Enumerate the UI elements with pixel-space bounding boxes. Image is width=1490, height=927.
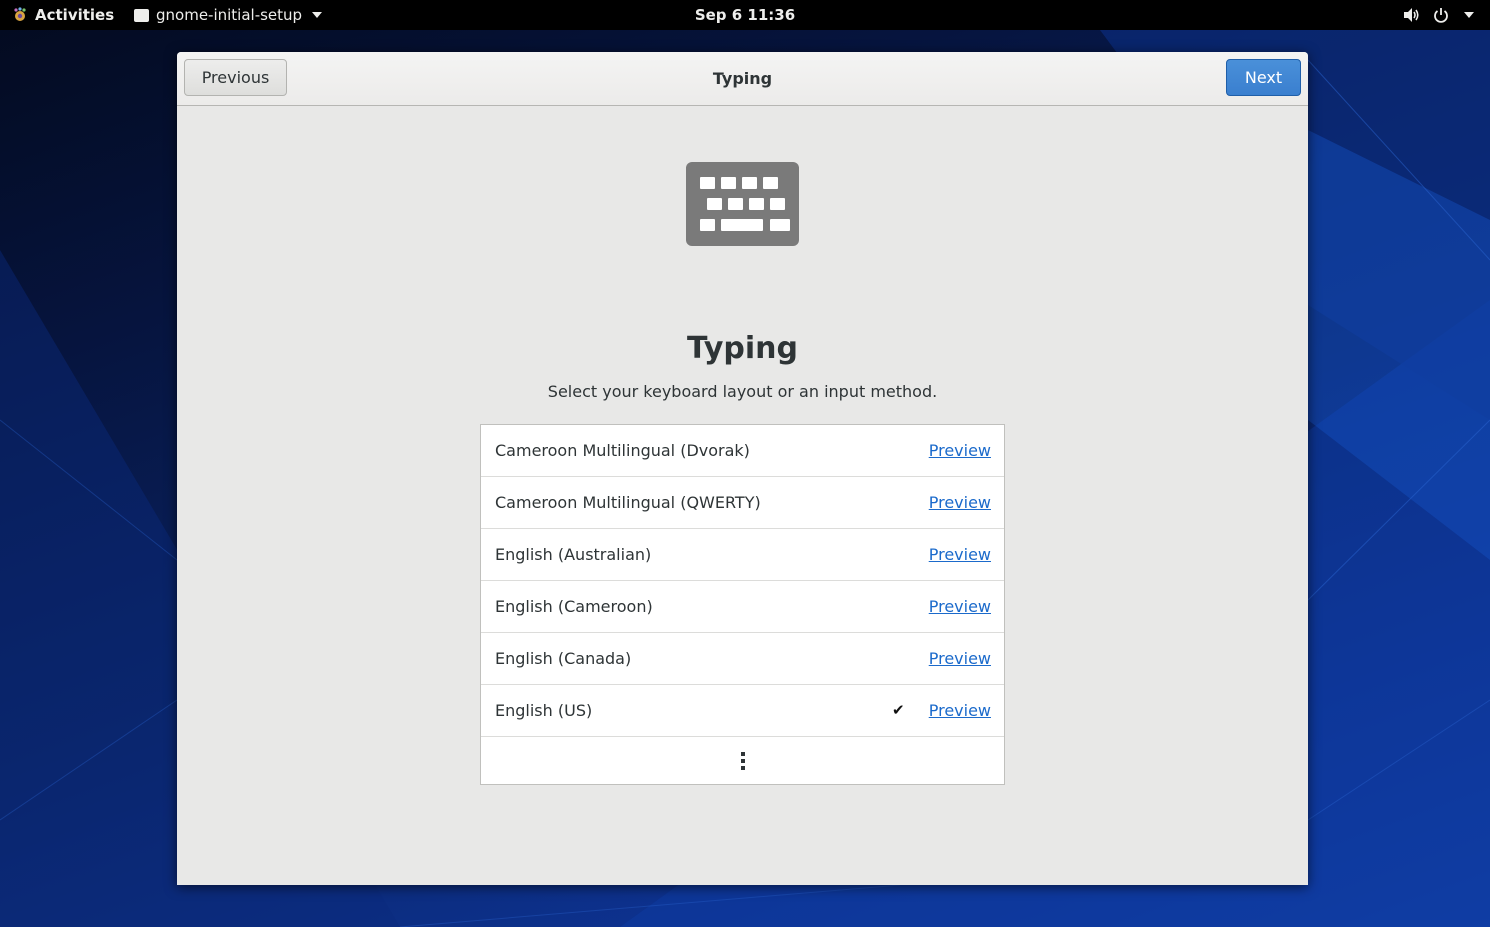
more-vertical-icon	[740, 751, 745, 770]
initial-setup-window: Previous Typing Next Typing Select your …	[177, 52, 1308, 885]
list-item[interactable]: English (Canada) Preview	[481, 633, 1004, 685]
header-bar: Previous Typing Next	[177, 52, 1308, 106]
volume-icon	[1404, 8, 1419, 22]
more-layouts-button[interactable]	[481, 737, 1004, 784]
activities-label: Activities	[35, 6, 115, 24]
activities-button[interactable]: Activities	[12, 0, 114, 30]
page-content: Typing Select your keyboard layout or an…	[177, 106, 1308, 885]
list-item-selected[interactable]: English (US) ✔ Preview	[481, 685, 1004, 737]
app-name-label: gnome-initial-setup	[156, 6, 303, 24]
checkmark-icon: ✔	[892, 701, 905, 719]
keyboard-icon	[686, 162, 799, 246]
header-title: Typing	[712, 69, 773, 88]
app-menu[interactable]: gnome-initial-setup	[134, 0, 323, 30]
power-icon	[1434, 8, 1448, 23]
preview-link[interactable]: Preview	[929, 477, 991, 528]
list-item[interactable]: English (Australian) Preview	[481, 529, 1004, 581]
top-bar: Activities gnome-initial-setup Sep 6 11:…	[0, 0, 1490, 30]
keyboard-layout-list: Cameroon Multilingual (Dvorak) Preview C…	[480, 424, 1005, 785]
gnome-foot-icon	[14, 7, 26, 21]
clock[interactable]: Sep 6 11:36	[695, 6, 795, 24]
system-tray[interactable]	[1403, 0, 1474, 30]
page-title: Typing	[686, 331, 799, 366]
preview-link[interactable]: Preview	[929, 685, 991, 736]
list-item[interactable]: English (Cameroon) Preview	[481, 581, 1004, 633]
list-item[interactable]: Cameroon Multilingual (QWERTY) Preview	[481, 477, 1004, 529]
app-window-icon	[134, 8, 149, 22]
preview-link[interactable]: Preview	[929, 425, 991, 476]
layout-label: English (Canada)	[495, 649, 632, 668]
layout-label: Cameroon Multilingual (Dvorak)	[495, 441, 750, 460]
list-item[interactable]: Cameroon Multilingual (Dvorak) Preview	[481, 425, 1004, 477]
system-menu-arrow-icon	[1464, 12, 1474, 18]
page-subtitle: Select your keyboard layout or an input …	[547, 382, 938, 401]
next-button[interactable]: Next	[1226, 59, 1301, 96]
preview-link[interactable]: Preview	[929, 529, 991, 580]
chevron-down-icon	[312, 12, 323, 18]
layout-label: English (Australian)	[495, 545, 652, 564]
preview-link[interactable]: Preview	[929, 581, 991, 632]
preview-link[interactable]: Preview	[929, 633, 991, 684]
layout-label: English (US)	[495, 701, 593, 720]
layout-label: English (Cameroon)	[495, 597, 653, 616]
layout-label: Cameroon Multilingual (QWERTY)	[495, 493, 761, 512]
